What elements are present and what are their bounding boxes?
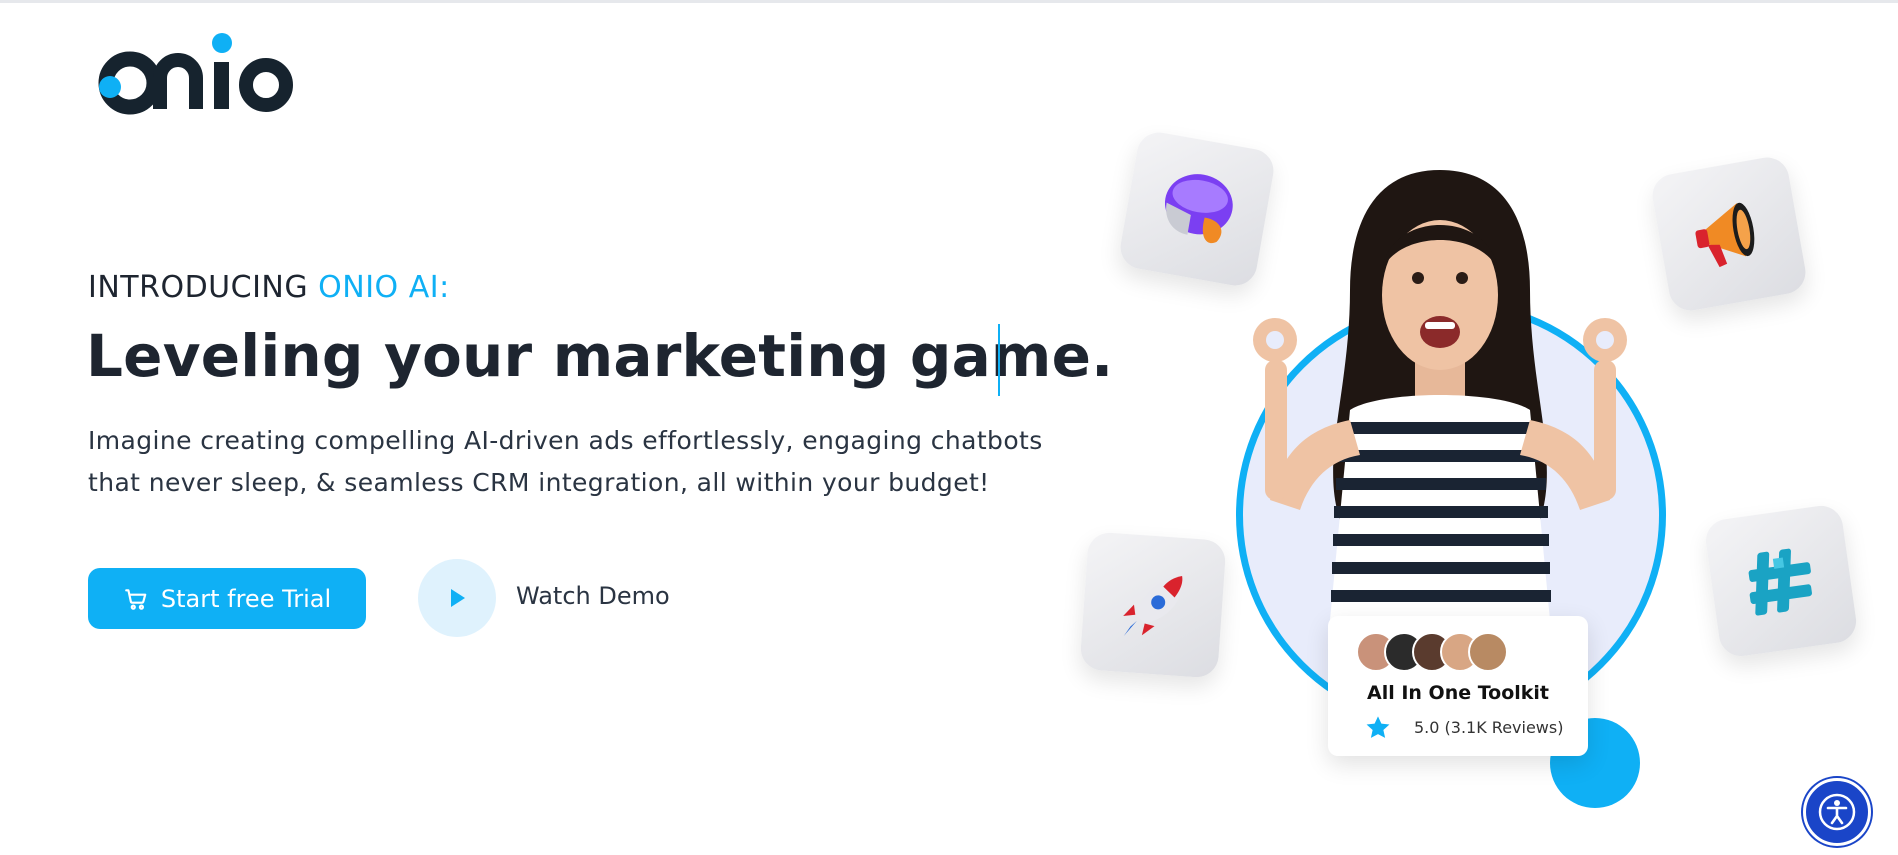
hero-description: Imagine creating compelling AI-driven ad… xyxy=(88,426,1043,497)
start-trial-label: Start free Trial xyxy=(160,584,332,613)
top-divider xyxy=(0,0,1898,3)
accessibility-button[interactable] xyxy=(1803,778,1871,846)
toolkit-title: All In One Toolkit xyxy=(1366,682,1550,704)
intro-accent: ONIO AI: xyxy=(318,270,450,305)
intro-prefix: INTRODUCING xyxy=(88,270,319,305)
toolkit-rating: 5.0 (3.1K Reviews) xyxy=(1414,718,1564,737)
megaphone-3d-icon xyxy=(1695,202,1755,268)
accessibility-icon xyxy=(1818,793,1856,831)
hero-headline: Leveling your marketing game. xyxy=(86,322,1114,390)
rocket-tile xyxy=(1079,531,1227,679)
toolkit-card: All In One Toolkit 5.0 (3.1K Reviews) xyxy=(1328,616,1588,756)
onio-logo[interactable] xyxy=(96,26,296,116)
watch-demo-play-button[interactable] xyxy=(418,559,496,637)
typing-cursor xyxy=(998,324,1000,396)
intro-heading: INTRODUCING ONIO AI: xyxy=(88,270,450,305)
headset-tile xyxy=(1117,129,1277,289)
avatar xyxy=(1468,632,1508,672)
hashtag-3d-icon xyxy=(1748,548,1812,616)
hashtag-tile xyxy=(1703,503,1859,659)
megaphone-tile xyxy=(1649,154,1809,314)
hero-person-illustration xyxy=(1253,170,1627,620)
watch-demo-label[interactable]: Watch Demo xyxy=(516,582,670,610)
cart-icon xyxy=(125,588,147,610)
rocket-3d-icon xyxy=(1123,575,1183,637)
reviewer-avatars xyxy=(1356,632,1508,672)
star-icon xyxy=(1366,716,1390,738)
play-icon xyxy=(451,589,465,607)
headset-3d-icon xyxy=(1164,174,1233,244)
start-trial-button[interactable]: Start free Trial xyxy=(88,568,366,629)
